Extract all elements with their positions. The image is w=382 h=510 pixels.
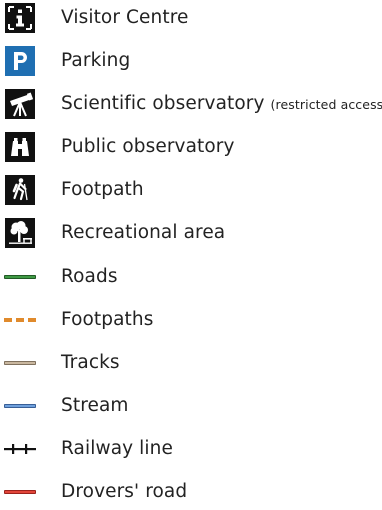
legend-label: Tracks: [61, 352, 120, 373]
legend-label: Public observatory: [61, 136, 235, 157]
legend-label: Railway line: [61, 438, 173, 459]
legend-item-scientific-observatory: Scientific observatory (restricted acces…: [0, 86, 382, 122]
map-legend: Visitor Centre Parking Scientific observ…: [0, 0, 382, 504]
legend-label: Stream: [61, 395, 129, 416]
picnic-icon: [4, 215, 36, 251]
legend-label: Drovers' road: [61, 481, 188, 502]
parking-icon: [4, 43, 36, 79]
legend-item-railway-line: Railway line: [0, 431, 382, 467]
legend-item-footpath: Footpath: [0, 172, 382, 208]
telescope-icon: [4, 86, 36, 122]
road-line: [4, 259, 36, 295]
legend-item-parking: Parking: [0, 43, 382, 79]
legend-label: Scientific observatory (restricted acces…: [61, 86, 382, 122]
legend-item-roads: Roads: [0, 259, 382, 295]
railway-line: [4, 431, 36, 467]
legend-item-stream: Stream: [0, 388, 382, 424]
legend-item-public-observatory: Public observatory: [0, 129, 382, 165]
legend-item-drovers-road: Drovers' road: [0, 474, 382, 510]
legend-label: Footpath: [61, 179, 144, 200]
binoculars-icon: [4, 129, 36, 165]
legend-item-visitor-centre: Visitor Centre: [0, 0, 382, 36]
legend-label: Parking: [61, 50, 131, 71]
hiker-icon: [4, 172, 36, 208]
legend-item-tracks: Tracks: [0, 345, 382, 381]
legend-item-recreational-area: Recreational area: [0, 215, 382, 251]
visitor-centre-icon: [4, 0, 36, 36]
legend-item-footpaths: Footpaths: [0, 302, 382, 338]
stream-line: [4, 388, 36, 424]
legend-label: Recreational area: [61, 222, 226, 243]
legend-label: Roads: [61, 266, 118, 287]
legend-label-text: Scientific observatory: [61, 93, 265, 114]
drovers-road-line: [4, 474, 36, 510]
track-line: [4, 345, 36, 381]
legend-label: Footpaths: [61, 309, 154, 330]
legend-label-note: (restricted access): [270, 97, 382, 112]
legend-label: Visitor Centre: [61, 7, 189, 28]
footpath-dashed-line: [4, 302, 36, 338]
